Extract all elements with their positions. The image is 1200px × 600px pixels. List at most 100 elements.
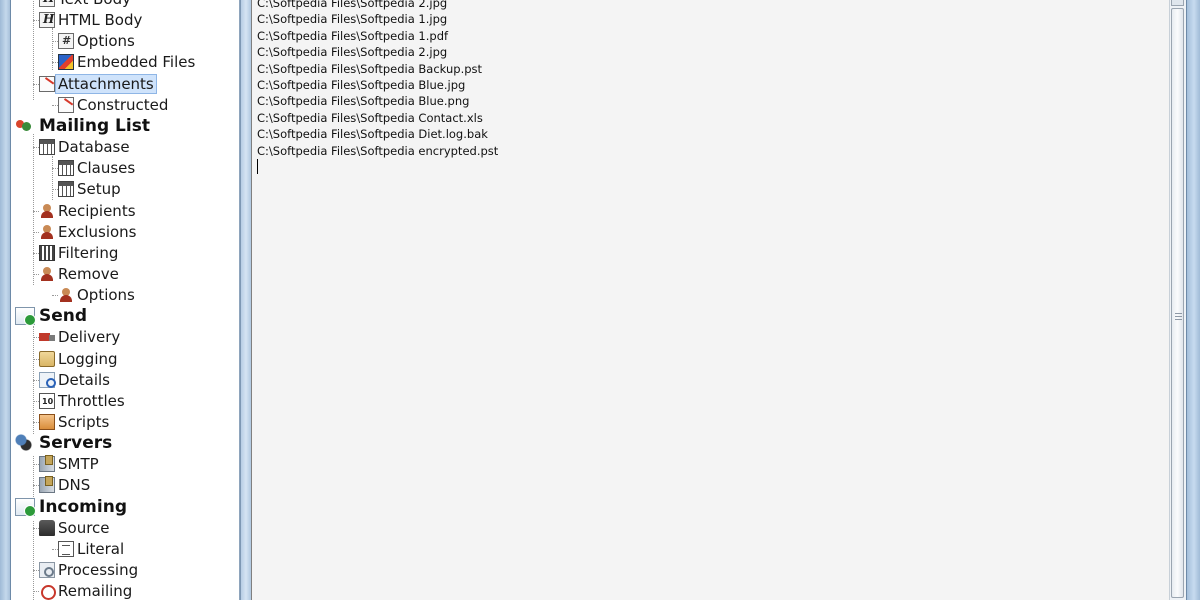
tree-item-send[interactable]: Send: [15, 306, 88, 327]
vertical-scrollbar[interactable]: [1169, 0, 1186, 600]
tree-item-label: Mailing List: [39, 115, 150, 136]
remailing-icon: [39, 583, 56, 600]
attachment-icon: [58, 96, 74, 113]
attachment-file-list[interactable]: C:\Softpedia Files\Softpedia 2.jpg C:\Sof…: [257, 0, 498, 159]
exclusions-icon: [39, 224, 55, 240]
tree-item-incoming[interactable]: Incoming: [15, 497, 127, 517]
tree-item-options[interactable]: Options: [58, 285, 135, 305]
tree-connector-line: [52, 295, 58, 297]
tree-item-processing[interactable]: Processing: [39, 560, 138, 580]
scroll-icon: [39, 350, 55, 367]
tree-item-label: Recipients: [58, 201, 136, 220]
tree-item-label: Text Body: [58, 0, 131, 8]
tree-item-clauses[interactable]: Clauses: [58, 158, 135, 178]
tree-item-logging[interactable]: Logging: [39, 349, 118, 369]
tree-item-label: Attachments: [55, 73, 157, 94]
tree-item-label: DNS: [58, 476, 91, 495]
tree-item-label: Send: [39, 306, 88, 327]
tree-item-dns[interactable]: DNS: [39, 475, 90, 495]
file-path-line[interactable]: C:\Softpedia Files\Softpedia Backup.pst: [257, 61, 498, 77]
tree-item-details[interactable]: Details: [39, 370, 110, 390]
tree-item-database[interactable]: Database: [39, 137, 130, 157]
tree-item-mailing-list[interactable]: Mailing List: [15, 116, 150, 136]
tree-item-label: Scripts: [58, 413, 110, 431]
tree-item-label: Options: [77, 286, 135, 305]
tree-item-text-body[interactable]: Text Body: [39, 0, 131, 9]
file-path-line[interactable]: C:\Softpedia Files\Softpedia 1.jpg: [257, 11, 498, 27]
tree-item-servers[interactable]: Servers: [15, 433, 112, 453]
tree-item-filtering[interactable]: Filtering: [39, 243, 118, 263]
tree-item-throttles[interactable]: Throttles: [39, 391, 125, 411]
tree-item-embedded-files[interactable]: Embedded Files: [58, 52, 195, 72]
file-path-line[interactable]: C:\Softpedia Files\Softpedia Blue.jpg: [257, 77, 498, 93]
tree-item-recipients[interactable]: Recipients: [39, 201, 136, 221]
tree-item-smtp[interactable]: SMTP: [39, 454, 99, 474]
file-path-line[interactable]: C:\Softpedia Files\Softpedia 2.jpg: [257, 44, 498, 60]
tree-item-source[interactable]: Source: [39, 518, 110, 538]
tree-item-label: Setup: [77, 180, 121, 199]
tree-connector-line: [52, 168, 58, 170]
tree-connector-line: [33, 210, 39, 212]
attachment-icon: [39, 75, 55, 92]
details-icon: [39, 371, 56, 388]
file-path-line[interactable]: C:\Softpedia Files\Softpedia 2.jpg: [257, 0, 498, 11]
tree-item-setup[interactable]: Setup: [58, 179, 121, 199]
setup-icon: [58, 181, 74, 198]
tree-item-exclusions[interactable]: Exclusions: [39, 222, 137, 242]
tree-item-label: Delivery: [58, 328, 121, 347]
tree-item-label: Options: [77, 32, 135, 51]
tree-item-delivery[interactable]: Delivery: [39, 327, 120, 347]
tree-item-literal[interactable]: Literal: [58, 539, 124, 559]
file-path-line[interactable]: C:\Softpedia Files\Softpedia Blue.png: [257, 93, 498, 109]
file-path-line[interactable]: C:\Softpedia Files\Softpedia Diet.log.ba…: [257, 126, 498, 142]
tree-item-label: Literal: [77, 539, 125, 558]
tree-connector-line: [33, 83, 39, 85]
attachments-editor[interactable]: C:\Softpedia Files\Softpedia 2.jpg C:\Sof…: [251, 0, 1170, 600]
window-frame-right: [1186, 0, 1200, 600]
scroll-up-button[interactable]: [1171, 0, 1184, 6]
file-path-line[interactable]: C:\Softpedia Files\Softpedia Contact.xls: [257, 110, 498, 126]
tree-item-options[interactable]: Options: [58, 31, 135, 51]
tree-item-attachments[interactable]: Attachments: [39, 73, 157, 94]
tree-connector-line: [33, 0, 34, 100]
tree-item-label: Remailing: [58, 582, 133, 600]
servers-icon: [15, 434, 35, 453]
tree-connector-line: [33, 134, 34, 285]
table-icon: [58, 160, 74, 177]
tree-item-label: Processing: [58, 561, 139, 580]
tree-connector-line: [33, 231, 39, 233]
tree-connector-line: [33, 456, 34, 499]
tree-item-remailing[interactable]: Remailing: [39, 581, 132, 600]
tree-item-constructed[interactable]: Constructed: [58, 95, 168, 115]
filter-icon: [39, 244, 55, 261]
tree-item-label: Incoming: [39, 496, 127, 517]
tree-connector-line: [52, 189, 58, 191]
tree-item-label: Exclusions: [58, 222, 137, 241]
tree-connector-line: [33, 591, 39, 593]
mailing-list-icon: [15, 117, 35, 135]
remove-icon: [39, 266, 55, 282]
text-cursor: [257, 159, 258, 174]
scroll-thumb[interactable]: [1171, 8, 1184, 598]
file-path-line[interactable]: C:\Softpedia Files\Softpedia encrypted.p…: [257, 143, 498, 159]
file-path-line[interactable]: C:\Softpedia Files\Softpedia 1.pdf: [257, 28, 498, 44]
tree-item-scripts[interactable]: Scripts: [39, 412, 109, 432]
tree-item-label: Logging: [58, 349, 118, 368]
server-icon: [39, 455, 55, 473]
embedded-files-icon: [58, 54, 74, 71]
html-document-icon: [39, 12, 55, 29]
tree-connector-line: [52, 548, 58, 550]
tree-connector-line: [52, 156, 53, 200]
tree-connector-line: [33, 358, 39, 360]
tree-item-html-body[interactable]: HTML Body: [39, 10, 142, 30]
tree-connector-line: [33, 273, 39, 275]
tree-item-remove[interactable]: Remove: [39, 264, 119, 284]
options-icon: [58, 33, 74, 50]
tree-connector-line: [33, 379, 39, 381]
tree-item-label: Filtering: [58, 243, 119, 262]
tree-item-label: Clauses: [77, 159, 136, 178]
database-icon: [39, 139, 55, 156]
calendar-icon: [39, 392, 55, 409]
navigation-tree: Text Body HTML Body Options Embedded FilesA…: [11, 0, 240, 600]
tree-connector-line: [33, 147, 39, 149]
